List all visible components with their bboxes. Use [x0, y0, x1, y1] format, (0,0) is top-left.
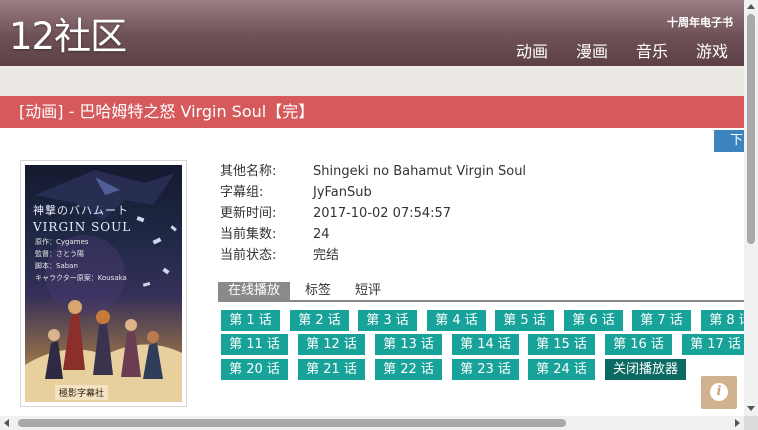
episode-button[interactable]: 第 23 话 — [452, 359, 519, 380]
episode-button[interactable]: 第 22 话 — [375, 359, 442, 380]
content-tabs: 在线播放 标签 短评 — [218, 282, 744, 302]
horizontal-scroll-thumb[interactable] — [18, 419, 566, 427]
scroll-right-arrow-icon[interactable] — [735, 419, 740, 427]
info-label: 字幕组: — [220, 185, 264, 200]
poster-credit: キャラクター原案：Kousaka — [35, 274, 127, 282]
page-viewport: 12社区 十周年电子书 动画 漫画 音乐 游戏 [动画] - 巴哈姆特之怒 Vi… — [0, 0, 744, 416]
episode-button[interactable]: 第 7 话 — [632, 310, 691, 331]
site-header: 12社区 十周年电子书 动画 漫画 音乐 游戏 — [0, 0, 744, 66]
page-title: [动画] - 巴哈姆特之怒 Virgin Soul【完】 — [19, 102, 315, 121]
nav-manga[interactable]: 漫画 — [576, 38, 608, 62]
poster-group-mark: 極影字幕社 — [55, 385, 109, 400]
info-value: 完结 — [313, 248, 340, 263]
info-label: 当前状态: — [220, 248, 277, 263]
poster-credit: 脚本：Saban — [35, 262, 78, 270]
scroll-up-arrow-icon[interactable] — [747, 4, 755, 9]
episode-button[interactable]: 第 6 话 — [564, 310, 623, 331]
info-label: 其他名称: — [220, 164, 277, 179]
tab-tags[interactable]: 标签 — [305, 282, 331, 300]
info-value: 2017-10-02 07:54:57 — [313, 206, 452, 221]
info-label: 更新时间: — [220, 206, 277, 221]
poster-title: 神撃のバハムート VIRGIN SOUL — [33, 203, 131, 235]
poster-title-line2: VIRGIN SOUL — [33, 220, 132, 234]
site-logo[interactable]: 12社区 — [9, 14, 127, 60]
close-player-button[interactable]: 关闭播放器 — [605, 359, 686, 380]
poster-artwork — [25, 170, 182, 402]
header-spacer — [0, 66, 744, 96]
episode-button[interactable]: 第 11 话 — [221, 334, 288, 355]
info-button[interactable]: i — [701, 376, 737, 409]
page-title-bar: [动画] - 巴哈姆特之怒 Virgin Soul【完】 — [0, 96, 744, 128]
poster-title-line1: 神撃のバハムート — [33, 204, 129, 217]
episode-button[interactable]: 第 8 话 — [701, 310, 744, 331]
tab-reviews[interactable]: 短评 — [355, 282, 381, 300]
nav-music[interactable]: 音乐 — [636, 38, 668, 62]
episode-button[interactable]: 第 21 话 — [298, 359, 365, 380]
poster-frame: 神撃のバハムート VIRGIN SOUL 原作：Cygames 監督：さとう陽 … — [20, 160, 187, 407]
scrollbar-corner — [744, 416, 758, 430]
episode-button[interactable]: 第 17 话 — [682, 334, 744, 355]
horizontal-scrollbar[interactable] — [0, 416, 744, 430]
episode-button[interactable]: 第 12 话 — [298, 334, 365, 355]
ebook-link[interactable]: 十周年电子书 — [667, 14, 733, 30]
episode-button[interactable]: 第 16 话 — [605, 334, 672, 355]
episode-button[interactable]: 第 1 话 — [221, 310, 280, 331]
nav-games[interactable]: 游戏 — [696, 38, 728, 62]
info-icon: i — [710, 383, 728, 401]
episode-button[interactable]: 第 4 话 — [427, 310, 486, 331]
tab-online-play[interactable]: 在线播放 — [218, 282, 290, 300]
info-label: 当前集数: — [220, 227, 277, 242]
info-value[interactable]: JyFanSub — [313, 185, 372, 201]
info-value: Shingeki no Bahamut Virgin Soul — [313, 164, 527, 179]
episode-button[interactable]: 第 20 话 — [221, 359, 288, 380]
download-button[interactable]: 下 — [714, 130, 744, 152]
poster-image: 神撃のバハムート VIRGIN SOUL 原作：Cygames 監督：さとう陽 … — [25, 165, 182, 402]
episode-button[interactable]: 第 3 话 — [358, 310, 417, 331]
vertical-scroll-thumb[interactable] — [747, 14, 755, 244]
poster-credit: 原作：Cygames — [35, 238, 89, 246]
episode-button[interactable]: 第 13 话 — [375, 334, 442, 355]
episode-button[interactable]: 第 2 话 — [290, 310, 349, 331]
episode-button[interactable]: 第 24 话 — [528, 359, 595, 380]
scroll-left-arrow-icon[interactable] — [4, 419, 9, 427]
nav-anime[interactable]: 动画 — [516, 38, 548, 62]
scroll-down-arrow-icon[interactable] — [747, 406, 755, 411]
vertical-scrollbar[interactable] — [744, 0, 758, 416]
poster-credit: 監督：さとう陽 — [35, 250, 84, 258]
episode-button[interactable]: 第 15 话 — [528, 334, 595, 355]
info-value: 24 — [313, 227, 330, 242]
episode-button[interactable]: 第 5 话 — [495, 310, 554, 331]
episode-button[interactable]: 第 14 话 — [452, 334, 519, 355]
